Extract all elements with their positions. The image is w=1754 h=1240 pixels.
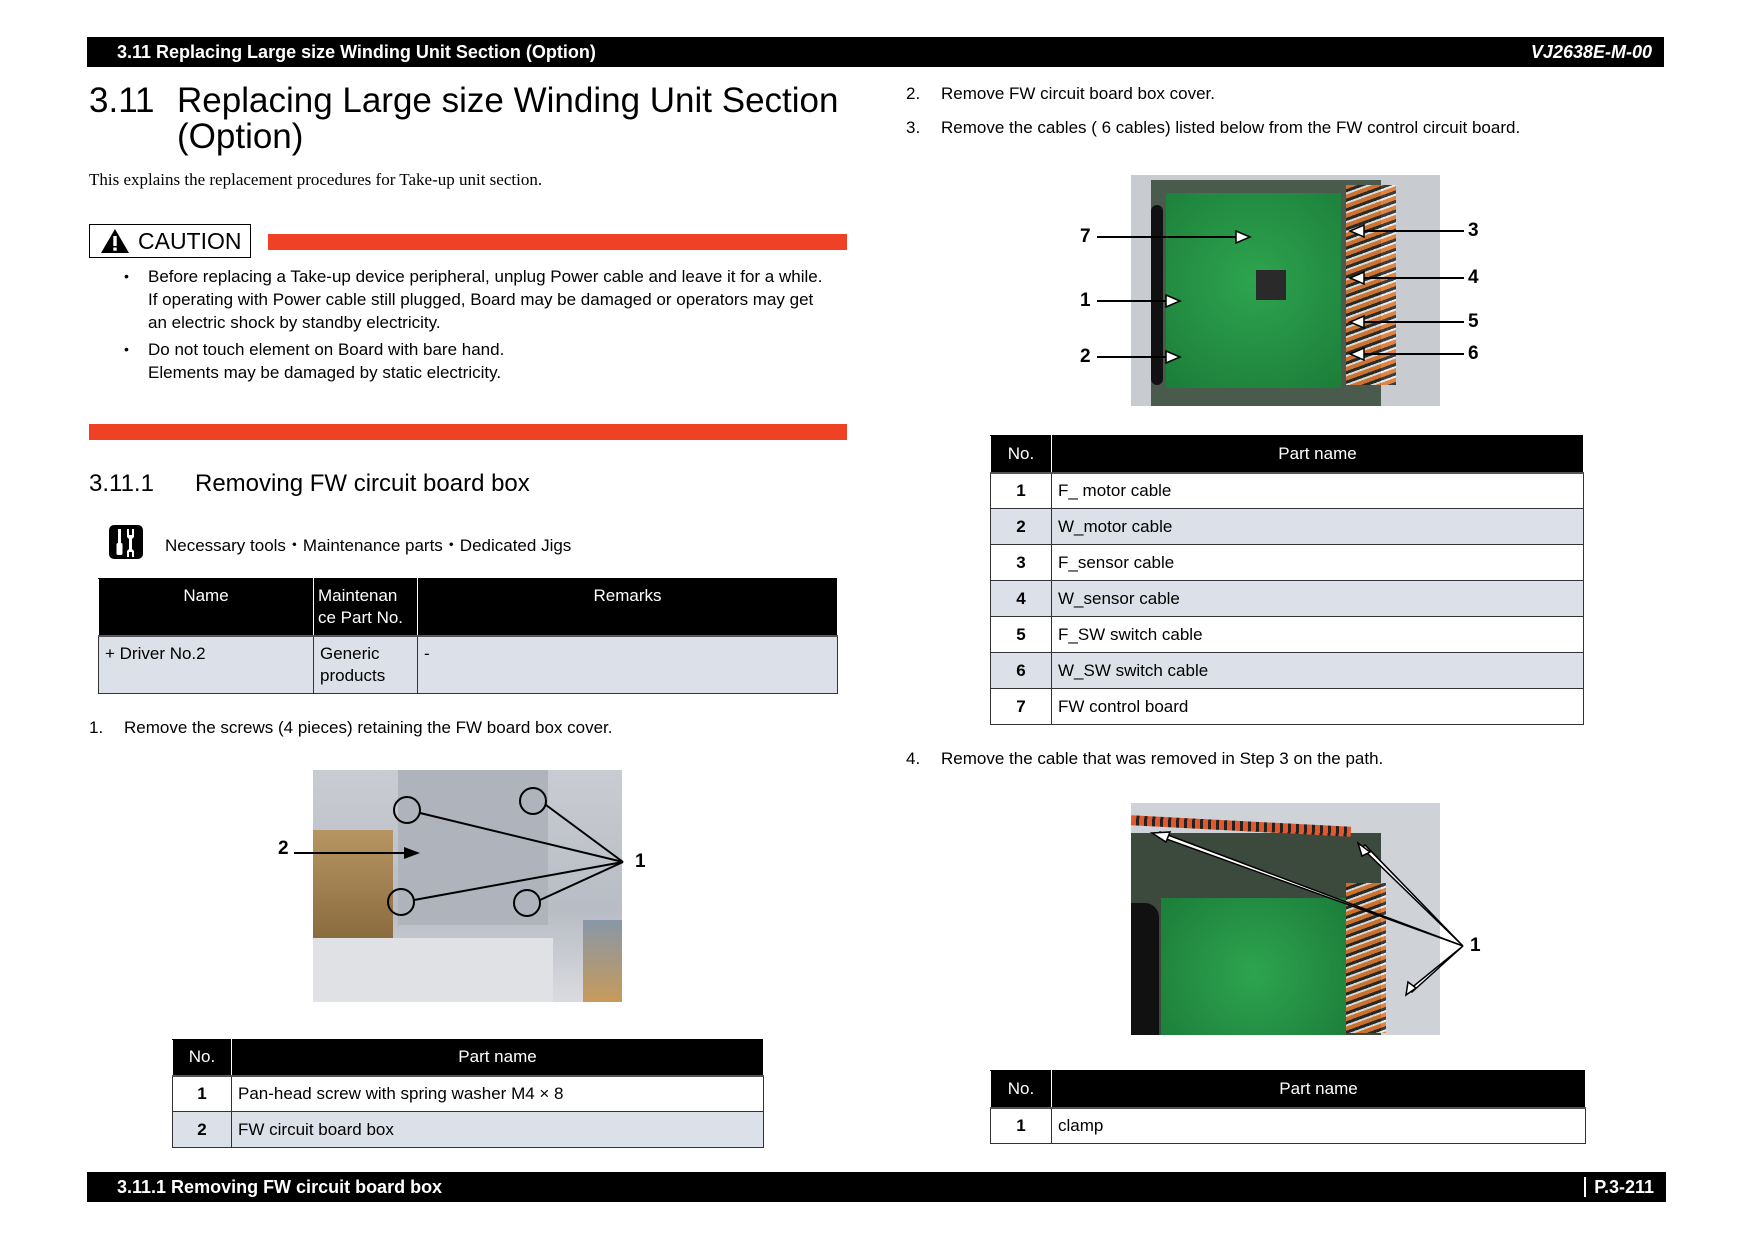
header-doc-code: VJ2638E-M-00 [1530,41,1652,62]
page-header: 3.11 Replacing Large size Winding Unit S… [87,37,1664,67]
col-name: Name [98,578,314,637]
step-1: 1. Remove the screws (4 pieces) retainin… [89,718,613,737]
table-row: 1 F_ motor cable [990,472,1584,509]
callout-7: 7 [1080,226,1091,247]
callout-1: 1 [635,851,646,872]
caution-bottom-bar [89,424,847,440]
table-row: + Driver No.2 Generic products - [98,635,838,694]
table-row: 4 W_sensor cable [990,580,1584,617]
figure3-parts-table: No. Part name 1 clamp [990,1070,1586,1144]
table-row: 3 F_sensor cable [990,544,1584,581]
step-4: 4. Remove the cable that was removed in … [906,749,1384,768]
table-row: 1 clamp [990,1107,1586,1144]
callout-3: 3 [1468,220,1479,241]
table-row: 2 W_motor cable [990,508,1584,545]
callout-1: 1 [1470,935,1481,956]
caution-text: CAUTION [138,227,242,254]
caution-item: Do not touch element on Board with bare … [124,338,824,384]
tools-label: Necessary tools・Maintenance parts・Dedica… [165,536,572,555]
title-text: Replacing Large size Winding Unit Sectio… [177,81,839,156]
caution-item: Before replacing a Take-up device periph… [124,265,824,334]
col-part-no: Maintenan ce Part No. [313,578,418,637]
title-number: 3.11 [89,81,155,120]
figure2-parts-table: No. Part name 1 F_ motor cable 2 W_motor c… [990,435,1584,725]
subsection-number: 3.11.1 [89,470,154,497]
callout-2: 2 [278,838,289,859]
fw-control-board-photo [1131,175,1440,406]
callout-4: 4 [1468,267,1479,288]
table-row: 5 F_SW switch cable [990,616,1584,653]
page-number: P.3-211 [1584,1177,1666,1197]
step-2: 2. Remove FW circuit board box cover. [906,84,1215,103]
header-section-title: 3.11 Replacing Large size Winding Unit S… [117,41,596,62]
caution-top-bar [268,234,847,250]
table-row: 2 FW circuit board box [172,1111,764,1148]
tools-icon [109,525,143,559]
intro-text: This explains the replacement procedures… [89,170,543,189]
fw-board-box-photo [313,770,622,1002]
caution-list: Before replacing a Take-up device periph… [124,265,824,388]
figure1-parts-table: No. Part name 1 Pan-head screw with spri… [172,1039,764,1148]
table-row: 1 Pan-head screw with spring washer M4 ×… [172,1075,764,1112]
callout-1: 1 [1080,290,1091,311]
footer-section-title: 3.11.1 Removing FW circuit board box [117,1176,443,1197]
caution-label: CAUTION [89,224,251,258]
cable-path-photo [1131,803,1440,1035]
table-row: 6 W_SW switch cable [990,652,1584,689]
col-remarks: Remarks [417,578,838,637]
callout-6: 6 [1468,343,1479,364]
tools-table: Name Maintenan ce Part No. Remarks + Dri… [98,578,838,694]
step-3: 3. Remove the cables ( 6 cables) listed … [906,118,1521,137]
subsection-title: Removing FW circuit board box [195,470,530,497]
callout-2: 2 [1080,346,1091,367]
warning-triangle-icon [101,229,129,253]
page-footer: 3.11.1 Removing FW circuit board box P.3… [87,1172,1666,1202]
callout-5: 5 [1468,311,1479,332]
table-row: 7 FW control board [990,688,1584,725]
page-title: 3.11 Replacing Large size Winding Unit S… [89,83,889,163]
